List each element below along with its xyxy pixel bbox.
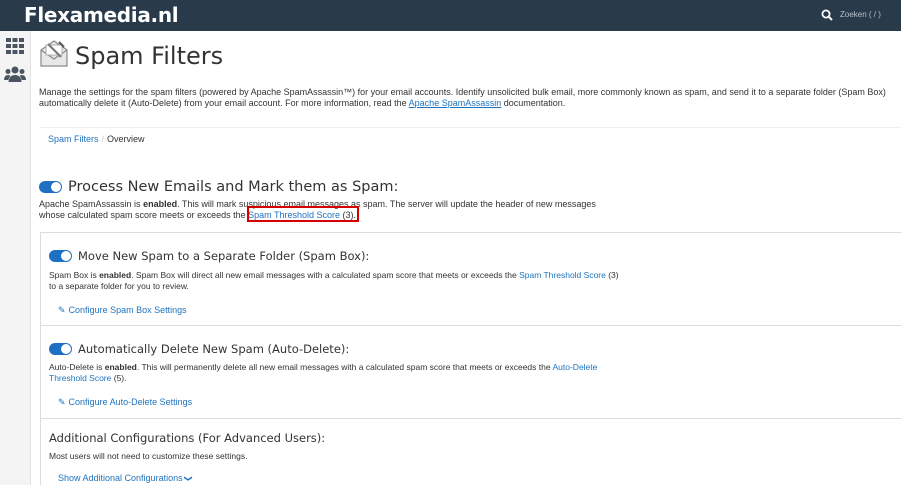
intro-line-1: Manage the settings for the spam filters… xyxy=(39,87,886,97)
auto-delete-desc-a: Auto-Delete is xyxy=(49,362,105,372)
configure-auto-delete-link[interactable]: ✎ Configure Auto-Delete Settings xyxy=(58,397,192,408)
spam-box-desc-a: Spam Box is xyxy=(49,270,100,280)
auto-delete-toggle[interactable] xyxy=(49,343,72,355)
spam-box-toggle[interactable] xyxy=(49,250,72,262)
grid-icon[interactable] xyxy=(6,38,24,54)
configure-spam-box-link[interactable]: ✎ Configure Spam Box Settings xyxy=(58,305,187,316)
pencil-icon: ✎ xyxy=(58,305,66,315)
auto-delete-heading: Automatically Delete New Spam (Auto-Dele… xyxy=(78,342,350,356)
auto-delete-desc-b: . This will permanently delete all new e… xyxy=(136,362,553,372)
brand-logo[interactable]: Flexamedia.nl xyxy=(24,3,179,27)
process-spam-heading: Process New Emails and Mark them as Spam… xyxy=(68,179,399,195)
highlight-box xyxy=(247,206,359,222)
process-desc-2a: whose calculated spam score meets or exc… xyxy=(39,210,249,220)
auto-delete-section: Automatically Delete New Spam (Auto-Dele… xyxy=(41,326,901,419)
process-desc-1b: . This will mark suspicious email messag… xyxy=(177,199,596,209)
configure-spam-box-label: Configure Spam Box Settings xyxy=(68,305,187,315)
spam-box-enabled-status: enabled xyxy=(99,270,132,280)
spam-settings-panel: Move New Spam to a Separate Folder (Spam… xyxy=(40,232,901,485)
breadcrumb-spam-filters-link[interactable]: Spam Filters xyxy=(48,134,99,144)
search-icon[interactable] xyxy=(821,9,833,21)
spam-box-heading: Move New Spam to a Separate Folder (Spam… xyxy=(78,249,370,263)
users-icon[interactable] xyxy=(4,66,26,82)
intro-text: Manage the settings for the spam filters… xyxy=(39,87,901,109)
advanced-heading: Additional Configurations (For Advanced … xyxy=(49,431,326,445)
breadcrumb-separator: / xyxy=(101,134,105,144)
spam-box-description: Spam Box is enabled. Spam Box will direc… xyxy=(49,270,624,292)
search-input[interactable]: Zoeken ( / ) xyxy=(840,10,881,19)
chevron-down-icon: ❯ xyxy=(183,475,193,482)
top-bar: Flexamedia.nl Zoeken ( / ) xyxy=(0,0,901,31)
spam-box-threshold-link[interactable]: Spam Threshold Score xyxy=(519,270,606,280)
process-spam-toggle[interactable] xyxy=(39,181,62,193)
spam-box-section: Move New Spam to a Separate Folder (Spam… xyxy=(41,233,901,326)
auto-delete-enabled-status: enabled xyxy=(104,362,137,372)
spam-filter-envelope-icon xyxy=(40,40,68,67)
show-additional-configurations-link[interactable]: Show Additional Configurations ❯ xyxy=(58,473,193,483)
show-additional-label: Show Additional Configurations xyxy=(58,473,183,483)
process-enabled-status: enabled xyxy=(143,199,178,209)
page-title: Spam Filters xyxy=(75,42,224,70)
auto-delete-description: Auto-Delete is enabled. This will perman… xyxy=(49,362,624,384)
sidebar xyxy=(0,31,31,485)
configure-auto-delete-label: Configure Auto-Delete Settings xyxy=(68,397,193,407)
breadcrumb-current: Overview xyxy=(107,134,145,144)
spam-box-desc-b: . Spam Box will direct all new email mes… xyxy=(131,270,520,280)
apache-spamassassin-link[interactable]: Apache SpamAssassin xyxy=(409,98,502,108)
breadcrumb: Spam Filters / Overview xyxy=(40,127,901,148)
advanced-description: Most users will not need to customize th… xyxy=(49,451,248,461)
main-content: Spam Filters Manage the settings for the… xyxy=(31,31,901,485)
pencil-icon: ✎ xyxy=(58,397,66,407)
process-desc-1a: Apache SpamAssassin is xyxy=(39,199,144,209)
auto-delete-desc-c: (5). xyxy=(111,373,127,383)
advanced-section: Additional Configurations (For Advanced … xyxy=(41,419,901,485)
intro-line-2: automatically delete it (Auto-Delete) fr… xyxy=(39,98,409,108)
intro-line-2-end: documentation. xyxy=(501,98,566,108)
